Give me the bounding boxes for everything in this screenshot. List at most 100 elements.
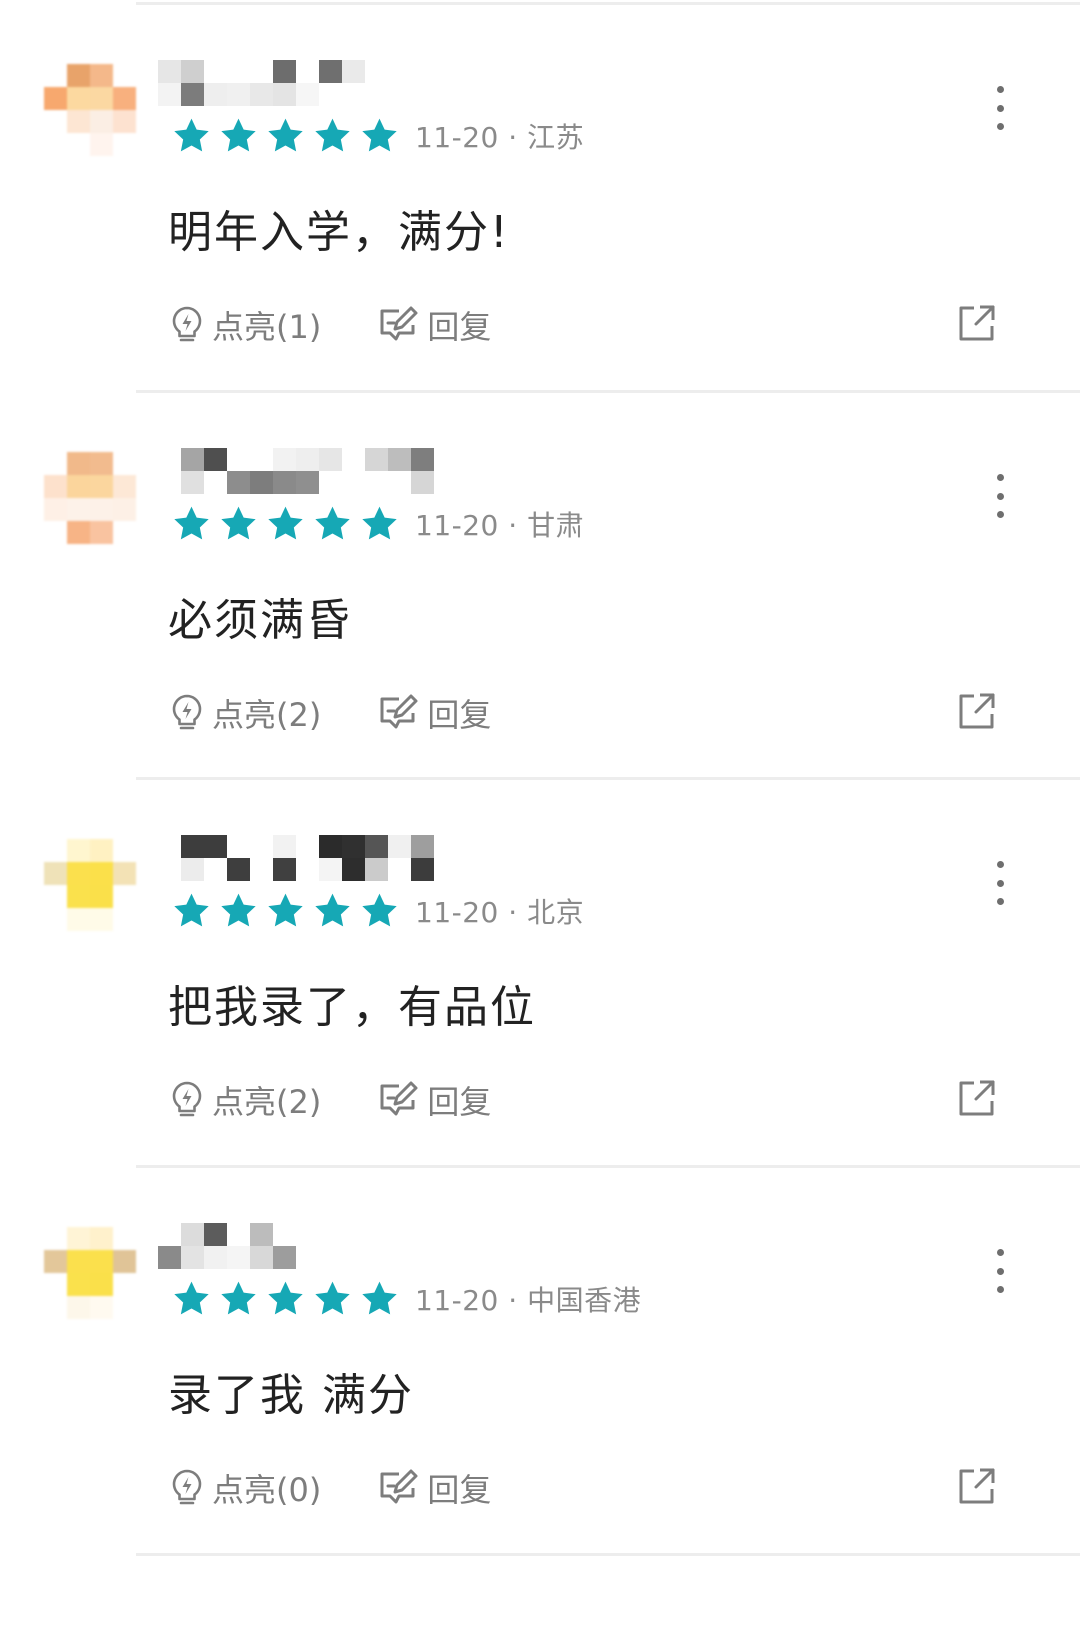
lightbulb-icon <box>170 1080 204 1120</box>
avatar-pixel <box>44 87 67 110</box>
avatar-pixel <box>90 1250 113 1273</box>
avatar-pixel <box>67 839 90 862</box>
username-pixel <box>273 835 296 858</box>
like-label: 点亮(0) <box>212 1471 322 1509</box>
comment-date: 11-20 <box>415 896 499 929</box>
username-pixel <box>296 83 319 106</box>
username-pixel <box>296 448 319 471</box>
username-pixel <box>273 83 296 106</box>
username-pixel <box>227 83 250 106</box>
username-pixel <box>158 858 181 881</box>
avatar-pixel <box>67 133 90 156</box>
comment-region: 江苏 <box>527 121 585 154</box>
username-pixel <box>365 858 388 881</box>
username-pixelated[interactable] <box>158 60 388 106</box>
username-pixel <box>365 471 388 494</box>
avatar-pixel <box>44 452 67 475</box>
like-label: 点亮(2) <box>212 696 322 734</box>
username-pixel <box>296 835 319 858</box>
avatar-pixel <box>113 1250 136 1273</box>
avatar[interactable] <box>44 452 136 544</box>
username-pixel <box>204 83 227 106</box>
avatar[interactable] <box>44 1227 136 1319</box>
avatar-pixel <box>44 1296 67 1319</box>
username-pixelated[interactable] <box>158 835 434 881</box>
username-pixel <box>273 858 296 881</box>
avatar-pixel <box>44 110 67 133</box>
star-icon <box>174 118 209 152</box>
star-icon <box>174 893 209 927</box>
avatar-pixel <box>90 1227 113 1250</box>
like-button[interactable]: 点亮(0) <box>170 1465 321 1511</box>
edit-icon <box>377 693 419 733</box>
avatar-pixel <box>113 133 136 156</box>
avatar-pixel <box>67 87 90 110</box>
username-pixelated[interactable] <box>158 448 434 494</box>
comment-text: 必须满昏 <box>168 595 352 646</box>
rating-stars <box>170 116 401 156</box>
avatar-pixel <box>113 64 136 87</box>
share-icon[interactable] <box>958 1079 996 1117</box>
avatar[interactable] <box>44 839 136 931</box>
star-icon <box>221 893 256 927</box>
avatar-pixel <box>67 908 90 931</box>
meta-separator: · <box>498 1284 528 1317</box>
share-icon[interactable] <box>958 692 996 730</box>
username-pixel <box>411 835 434 858</box>
username-pixel <box>273 60 296 83</box>
avatar-pixel <box>90 1273 113 1296</box>
like-button[interactable]: 点亮(2) <box>170 1077 321 1123</box>
dot <box>996 898 1004 905</box>
username-pixel <box>181 858 204 881</box>
share-icon[interactable] <box>958 304 996 342</box>
username-pixel <box>204 835 227 858</box>
comment-region: 甘肃 <box>527 509 585 542</box>
more-options-icon[interactable] <box>990 861 1010 905</box>
avatar-pixel <box>67 1296 90 1319</box>
reply-button[interactable]: 回复 <box>377 690 491 736</box>
username-pixel <box>204 471 227 494</box>
username-pixel <box>342 858 365 881</box>
reply-label: 回复 <box>427 308 492 346</box>
star-icon <box>315 1281 350 1315</box>
username-pixel <box>158 1246 181 1269</box>
username-pixel <box>250 1246 273 1269</box>
dot <box>996 1249 1004 1256</box>
share-icon[interactable] <box>958 1467 996 1505</box>
more-options-icon[interactable] <box>990 1249 1010 1293</box>
more-options-icon[interactable] <box>990 474 1010 518</box>
rating-stars <box>170 891 401 931</box>
more-options-icon[interactable] <box>990 86 1010 130</box>
username-pixel <box>250 1223 273 1246</box>
meta-separator: · <box>498 896 528 929</box>
like-button[interactable]: 点亮(1) <box>170 302 321 348</box>
avatar-pixel <box>113 87 136 110</box>
like-button[interactable]: 点亮(2) <box>170 690 321 736</box>
avatar-pixel <box>113 1273 136 1296</box>
username-pixel <box>181 835 204 858</box>
comment-actions: 点亮(1) 回复 <box>170 302 491 348</box>
avatar-pixel <box>113 521 136 544</box>
username-pixel <box>158 1223 181 1246</box>
star-icon <box>268 893 303 927</box>
username-pixel <box>250 858 273 881</box>
comment-date: 11-20 <box>415 509 499 542</box>
avatar-pixel <box>90 839 113 862</box>
avatar-pixel <box>44 133 67 156</box>
avatar-pixel <box>67 452 90 475</box>
username-pixel <box>227 448 250 471</box>
edit-icon <box>377 305 419 345</box>
avatar-pixel <box>44 862 67 885</box>
username-pixel <box>365 83 388 106</box>
reply-button[interactable]: 回复 <box>377 302 491 348</box>
username-pixel <box>158 471 181 494</box>
avatar-pixel <box>67 1273 90 1296</box>
username-pixelated[interactable] <box>158 1223 296 1269</box>
comment-item: 11-20 · 甘肃 必须满昏 点亮(2) 回复 <box>0 392 1080 779</box>
avatar-pixel <box>44 521 67 544</box>
username-pixel <box>204 858 227 881</box>
reply-button[interactable]: 回复 <box>377 1077 491 1123</box>
reply-button[interactable]: 回复 <box>377 1465 491 1511</box>
username-pixel <box>227 471 250 494</box>
avatar[interactable] <box>44 64 136 156</box>
